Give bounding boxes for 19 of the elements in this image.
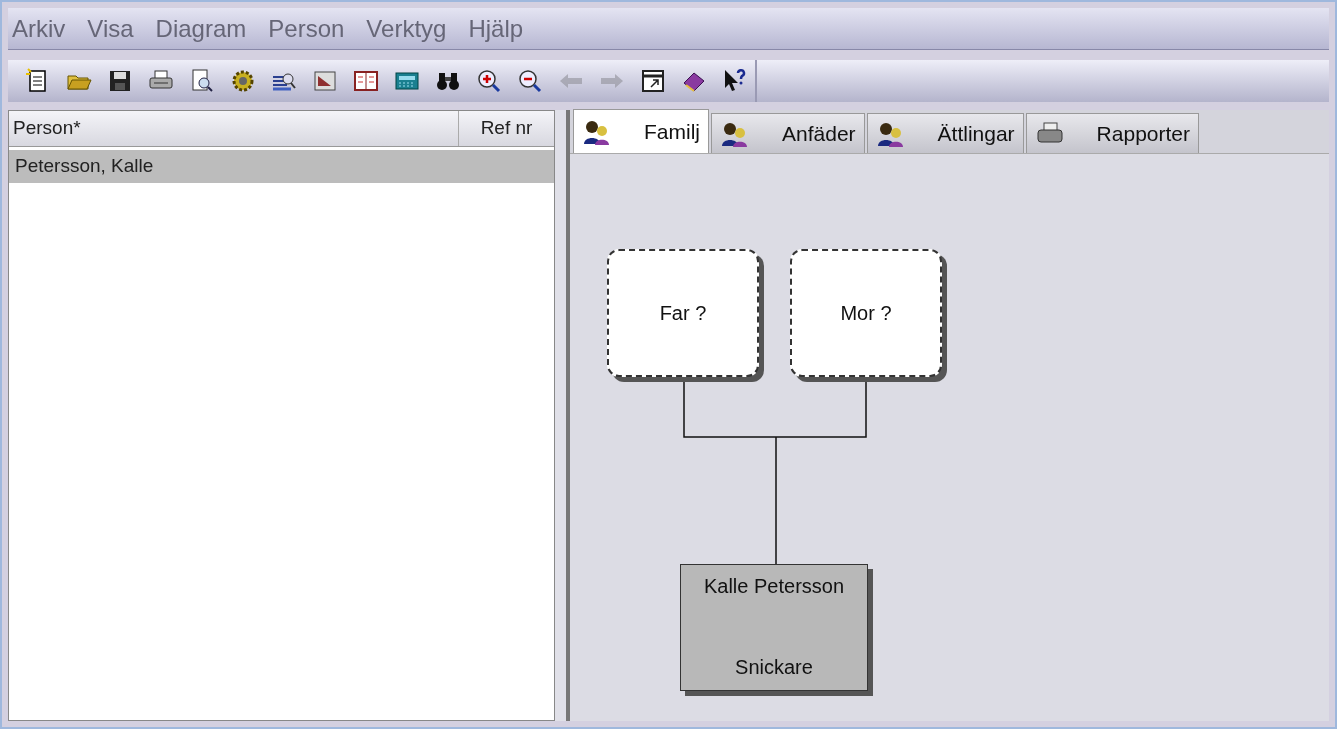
zoom-out-icon[interactable] <box>516 67 544 95</box>
menu-item[interactable]: Diagram <box>155 10 247 47</box>
tab[interactable]: Rapporter <box>1025 113 1199 153</box>
tab[interactable]: Familj <box>573 109 709 153</box>
list-row[interactable]: Petersson, Kalle <box>9 150 554 183</box>
menu-item[interactable]: Person <box>268 10 345 47</box>
menu-item[interactable]: Verktyg <box>366 10 447 47</box>
menu-item[interactable]: Arkiv <box>12 10 66 47</box>
occupation-text: Snickare <box>735 655 813 680</box>
tab[interactable]: Anfäder <box>711 113 865 153</box>
column-header[interactable]: Ref nr <box>459 111 554 146</box>
person-name: Kalle Petersson <box>703 574 845 599</box>
column-header[interactable]: Person* <box>9 111 459 146</box>
tab[interactable]: Ättlingar <box>866 113 1024 153</box>
menu-item[interactable]: Hjälp <box>468 10 524 47</box>
window-icon[interactable] <box>639 67 667 95</box>
menu-item[interactable]: Visa <box>87 10 134 47</box>
zoom-in-icon[interactable] <box>475 67 503 95</box>
splitter-bar[interactable] <box>555 110 570 721</box>
